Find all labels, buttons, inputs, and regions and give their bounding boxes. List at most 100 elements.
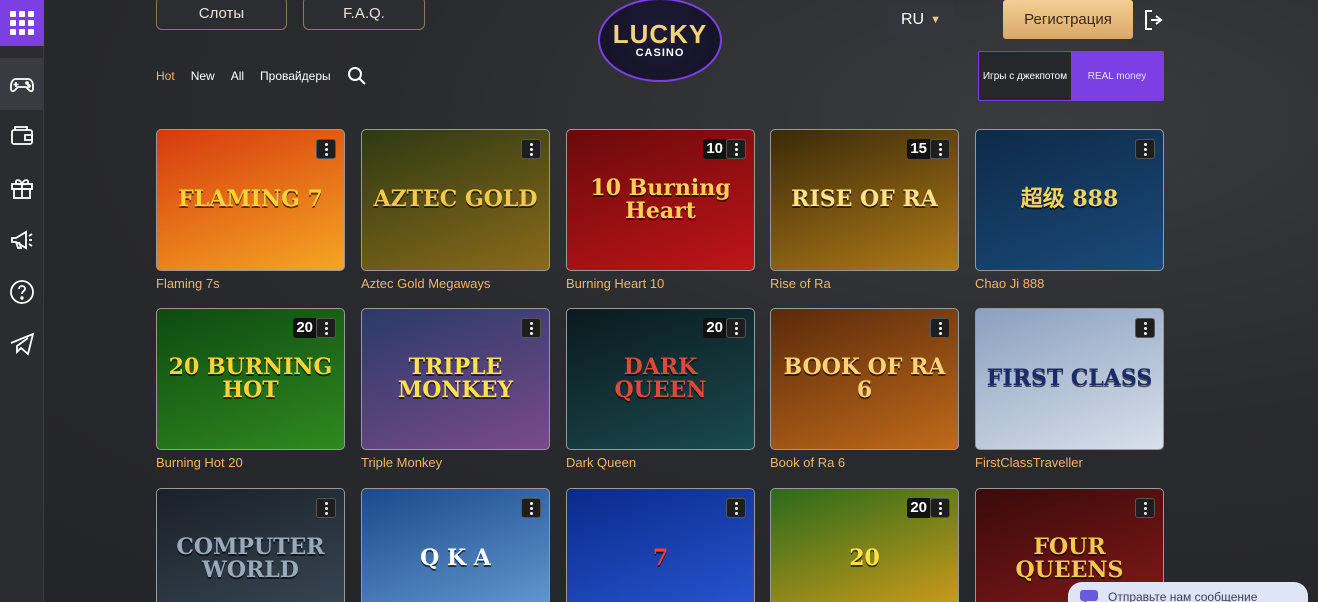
more-options-icon[interactable] [726, 318, 746, 338]
game-title[interactable]: Dark Queen [566, 455, 755, 470]
filter-all[interactable]: All [231, 69, 244, 83]
sidebar-item-games[interactable] [0, 58, 44, 110]
more-options-icon[interactable] [521, 498, 541, 518]
sidebar-item-promotions[interactable] [0, 214, 44, 266]
game-art-text: FLAMING 7 [178, 186, 323, 213]
game-card[interactable]: 20 20 [770, 488, 959, 602]
sidebar-item-wallet[interactable] [0, 110, 44, 162]
jackpot-games-tab[interactable]: Игры с джекпотом [979, 52, 1071, 100]
game-card[interactable]: RISE OF RA 15 Rise of Ra [770, 129, 959, 291]
game-title[interactable]: Burning Hot 20 [156, 455, 345, 470]
game-title[interactable]: Book of Ra 6 [770, 455, 959, 470]
menu-grid-button[interactable] [0, 0, 44, 46]
game-art-text: FIRST CLASS [986, 365, 1153, 392]
game-art-text: FOUR QUEENS [1015, 533, 1124, 583]
game-title[interactable]: Burning Heart 10 [566, 276, 755, 291]
game-thumbnail[interactable]: TRIPLE MONKEY [361, 308, 550, 450]
game-card[interactable]: FLAMING 7 Flaming 7s [156, 129, 345, 291]
logo-sub-text: CASINO [635, 47, 685, 59]
more-options-icon[interactable] [726, 139, 746, 159]
more-options-icon[interactable] [930, 318, 950, 338]
game-thumbnail[interactable]: 超级 888 [975, 129, 1164, 271]
game-art-text: BOOK OF RA 6 [783, 353, 946, 403]
real-money-tab[interactable]: REAL money [1071, 52, 1163, 100]
game-thumbnail[interactable]: BOOK OF RA 6 [770, 308, 959, 450]
game-title[interactable]: Flaming 7s [156, 276, 345, 291]
grid-icon [10, 11, 34, 35]
game-art-text: TRIPLE MONKEY [397, 353, 514, 403]
game-title[interactable]: Rise of Ra [770, 276, 959, 291]
chat-widget[interactable]: Отправьте нам сообщение [1068, 582, 1308, 602]
game-art-text: COMPUTER WORLD [176, 533, 325, 583]
filter-hot[interactable]: Hot [156, 69, 175, 83]
game-art-text: AZTEC GOLD [373, 186, 538, 213]
game-card[interactable]: BOOK OF RA 6 Book of Ra 6 [770, 308, 959, 470]
game-card[interactable]: 10 Burning Heart 10 Burning Heart 10 [566, 129, 755, 291]
game-filters: Hot New All Провайдеры [156, 66, 367, 86]
game-thumbnail[interactable]: RISE OF RA 15 [770, 129, 959, 271]
more-options-icon[interactable] [930, 498, 950, 518]
game-card[interactable]: 20 BURNING HOT 20 Burning Hot 20 [156, 308, 345, 470]
game-art-text: RISE OF RA [791, 186, 938, 213]
game-thumbnail[interactable]: 20 20 [770, 488, 959, 602]
more-options-icon[interactable] [1135, 318, 1155, 338]
game-card[interactable]: TRIPLE MONKEY Triple Monkey [361, 308, 550, 470]
search-icon[interactable] [347, 66, 367, 86]
game-thumbnail[interactable]: COMPUTER WORLD [156, 488, 345, 602]
game-art-text: 20 BURNING HOT [168, 353, 333, 403]
game-thumbnail[interactable]: AZTEC GOLD [361, 129, 550, 271]
game-card[interactable]: 超级 888 Chao Ji 888 [975, 129, 1164, 291]
filter-providers[interactable]: Провайдеры [260, 69, 331, 83]
lines-badge: 15 [907, 139, 930, 159]
sidebar-item-help[interactable] [0, 266, 44, 318]
logo[interactable]: LUCKY CASINO [598, 0, 722, 82]
left-sidebar [0, 0, 44, 602]
language-label: RU [901, 11, 925, 28]
megaphone-icon [11, 230, 33, 250]
game-thumbnail[interactable]: 20 BURNING HOT 20 [156, 308, 345, 450]
more-options-icon[interactable] [316, 318, 336, 338]
chat-icon [1080, 590, 1098, 602]
sidebar-item-telegram[interactable] [0, 318, 44, 370]
more-options-icon[interactable] [316, 498, 336, 518]
register-button[interactable]: Регистрация [1003, 0, 1133, 39]
lines-badge: 20 [907, 498, 930, 518]
game-card[interactable]: Q K A [361, 488, 550, 602]
game-thumbnail[interactable]: DARK QUEEN 20 [566, 308, 755, 450]
lines-badge: 20 [293, 318, 316, 338]
game-title[interactable]: Aztec Gold Megaways [361, 276, 550, 291]
game-card[interactable]: DARK QUEEN 20 Dark Queen [566, 308, 755, 470]
more-options-icon[interactable] [316, 139, 336, 159]
game-title[interactable]: FirstClassTraveller [975, 455, 1164, 470]
faq-button[interactable]: F.A.Q. [303, 0, 425, 30]
game-card[interactable]: AZTEC GOLD Aztec Gold Megaways [361, 129, 550, 291]
game-thumbnail[interactable]: FLAMING 7 [156, 129, 345, 271]
game-thumbnail[interactable]: 10 Burning Heart 10 [566, 129, 755, 271]
game-art-text: 7 [652, 545, 669, 572]
lines-badge: 20 [703, 318, 726, 338]
game-title[interactable]: Triple Monkey [361, 455, 550, 470]
mode-toggle: Игры с джекпотом REAL money [978, 51, 1164, 101]
game-thumbnail[interactable]: Q K A [361, 488, 550, 602]
more-options-icon[interactable] [1135, 139, 1155, 159]
game-card[interactable]: COMPUTER WORLD [156, 488, 345, 602]
filter-new[interactable]: New [191, 69, 215, 83]
language-selector[interactable]: RU ▼ [888, 2, 954, 38]
game-art-text: 10 Burning Heart [590, 174, 731, 224]
game-art-text: DARK QUEEN [614, 353, 707, 403]
game-art-text: Q K A [420, 545, 491, 572]
sidebar-item-bonuses[interactable] [0, 162, 44, 214]
more-options-icon[interactable] [1135, 498, 1155, 518]
game-thumbnail[interactable]: FIRST CLASS [975, 308, 1164, 450]
game-card[interactable]: FIRST CLASS FirstClassTraveller [975, 308, 1164, 470]
slots-button[interactable]: Слоты [156, 0, 287, 30]
more-options-icon[interactable] [521, 318, 541, 338]
game-thumbnail[interactable]: 7 [566, 488, 755, 602]
more-options-icon[interactable] [930, 139, 950, 159]
game-art-text: 20 [849, 545, 880, 572]
logout-icon[interactable] [1142, 8, 1166, 32]
game-title[interactable]: Chao Ji 888 [975, 276, 1164, 291]
game-card[interactable]: 7 [566, 488, 755, 602]
more-options-icon[interactable] [726, 498, 746, 518]
more-options-icon[interactable] [521, 139, 541, 159]
